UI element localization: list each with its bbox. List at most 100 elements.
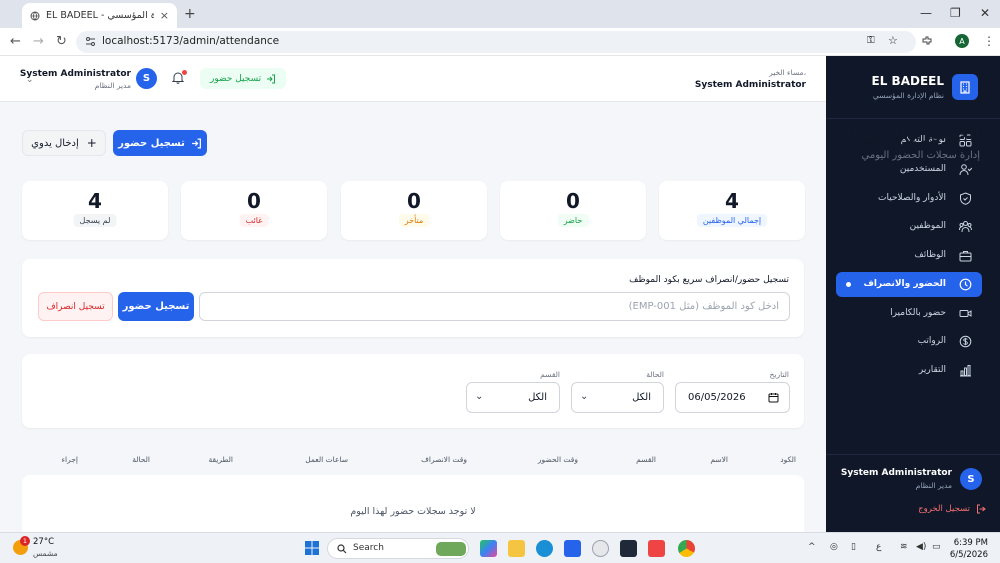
- column-header-name: الاسم: [710, 455, 728, 464]
- address-bar-row: ← → ↻ localhost:5173/admin/attendance ⚿ …: [0, 28, 1000, 56]
- network-status-icon[interactable]: ◎: [830, 542, 838, 552]
- close-tab-icon[interactable]: ×: [160, 9, 169, 22]
- clock-icon: [959, 278, 972, 291]
- status-value: الكل: [632, 392, 651, 403]
- new-tab-button[interactable]: +: [184, 6, 196, 22]
- sidebar-item-roles[interactable]: الأدوار والصلاحيات: [836, 186, 982, 211]
- browser-tab[interactable]: EL BADEEL - نظام الإدارة المؤسسي ×: [22, 3, 177, 28]
- sidebar-item-jobs[interactable]: الوظائف: [836, 243, 982, 268]
- manual-entry-label: إدخال يدوي: [31, 137, 79, 149]
- status-filter-select[interactable]: الكل ⌄: [571, 382, 664, 413]
- browser-tab-bar: EL BADEEL - نظام الإدارة المؤسسي × + — ❐…: [0, 0, 1000, 28]
- dollar-icon: [959, 335, 972, 348]
- key-icon[interactable]: ⚿: [867, 35, 875, 46]
- file-explorer-icon[interactable]: [508, 540, 525, 557]
- extensions-icon[interactable]: [921, 35, 933, 47]
- logout-button[interactable]: تسجيل الخروج: [918, 504, 986, 514]
- stat-label: متأخر: [398, 214, 430, 227]
- globe-icon: [30, 11, 40, 21]
- checkin-button[interactable]: تسجيل حضور: [113, 130, 207, 156]
- sidebar-item-camera[interactable]: حضور بالكاميرا: [836, 301, 982, 326]
- sidebar-item-attendance[interactable]: الحضور والانصراف: [836, 272, 982, 297]
- back-icon[interactable]: ←: [10, 34, 21, 49]
- manual-entry-button[interactable]: إدخال يدوي +: [22, 130, 106, 156]
- shield-icon: [960, 192, 971, 205]
- stat-label: غائب: [239, 214, 269, 227]
- chrome-browser-icon[interactable]: [678, 540, 695, 557]
- plus-icon: +: [86, 136, 97, 150]
- url-text: localhost:5173/admin/attendance: [102, 35, 280, 47]
- header-checkin-button[interactable]: تسجيل حضور: [200, 68, 287, 89]
- column-header-checkin-time: وقت الحضور: [537, 455, 578, 464]
- profile-avatar[interactable]: A: [955, 34, 969, 48]
- page-title: الحضور والانصراف: [833, 124, 980, 143]
- department-value: الكل: [528, 392, 547, 403]
- divider: [826, 118, 1000, 119]
- avatar[interactable]: S: [136, 68, 157, 89]
- date-filter-input[interactable]: 06/05/2026: [675, 382, 790, 413]
- logout-icon: [977, 504, 986, 514]
- team-icon: [959, 221, 972, 233]
- chart-icon: [960, 365, 971, 377]
- site-info-icon[interactable]: [85, 36, 96, 47]
- menu-kebab-icon[interactable]: ⋮: [983, 34, 995, 48]
- edge-browser-icon[interactable]: [536, 540, 553, 557]
- greeting: مساء الخير،: [769, 68, 806, 77]
- search-highlight-image: [436, 542, 466, 556]
- stat-card-total: 4 إجمالي الموظفين: [659, 181, 805, 240]
- department-filter-select[interactable]: الكل ⌄: [466, 382, 560, 413]
- reload-icon[interactable]: ↻: [56, 34, 67, 49]
- sidebar-item-label: المستخدمين: [899, 164, 946, 174]
- login-icon: [191, 137, 201, 149]
- wifi-icon[interactable]: ≋: [900, 542, 908, 552]
- language-indicator[interactable]: ع: [876, 542, 881, 552]
- column-header-work-hours: ساعات العمل: [305, 455, 348, 464]
- taskbar-search[interactable]: Search: [327, 538, 469, 559]
- url-field[interactable]: localhost:5173/admin/attendance ⚿ ☆: [76, 31, 916, 53]
- close-window-icon[interactable]: ✕: [980, 6, 990, 20]
- column-header-code: الكود: [780, 455, 796, 464]
- clock-time: 6:39 PM: [953, 538, 988, 548]
- notification-dot: [182, 70, 187, 75]
- stat-value: 4: [88, 189, 102, 213]
- copilot-icon[interactable]: [480, 540, 497, 557]
- sidebar-item-label: الأدوار والصلاحيات: [878, 193, 946, 203]
- sidebar-item-employees[interactable]: الموظفين: [836, 214, 982, 239]
- volume-icon[interactable]: ◀): [916, 542, 926, 552]
- bookmark-star-icon[interactable]: ☆: [888, 34, 898, 47]
- greeting-name: System Administrator: [694, 80, 806, 90]
- sidebar-item-label: الوظائف: [914, 250, 946, 260]
- stat-label: لم يسجل: [73, 214, 117, 227]
- quick-checkout-button[interactable]: تسجيل انصراف: [38, 292, 113, 321]
- sidebar-item-reports[interactable]: التقارير: [836, 358, 982, 383]
- column-header-action: إجراء: [61, 455, 78, 464]
- stat-label: حاضر: [557, 214, 589, 227]
- header-user-role: مدير النظام: [94, 81, 131, 90]
- building-icon: [952, 74, 978, 100]
- status-filter-label: الحالة: [646, 370, 664, 379]
- filters-panel: التاريخ 06/05/2026 الحالة الكل ⌄ القسم ا…: [22, 354, 804, 428]
- chevron-down-icon[interactable]: ⌄: [26, 75, 34, 85]
- sidebar-item-payroll[interactable]: الرواتب: [836, 329, 982, 354]
- calendar-icon[interactable]: [768, 392, 779, 403]
- tools-icon[interactable]: [648, 540, 665, 557]
- forward-icon[interactable]: →: [33, 34, 44, 49]
- quick-checkin-button[interactable]: تسجيل حضور: [118, 292, 194, 321]
- windows-start-icon[interactable]: [305, 541, 319, 555]
- app-circle-icon[interactable]: [592, 540, 609, 557]
- minimize-icon[interactable]: —: [920, 6, 932, 20]
- employee-code-input[interactable]: [199, 292, 790, 321]
- terminal-icon[interactable]: [620, 540, 637, 557]
- search-label: Search: [353, 543, 384, 553]
- stat-value: 0: [247, 189, 261, 213]
- camera-icon: [959, 310, 972, 317]
- chevron-up-icon[interactable]: ^: [808, 542, 816, 552]
- stat-card-present: 0 حاضر: [500, 181, 646, 240]
- usb-icon[interactable]: ▯: [851, 542, 856, 552]
- avatar: S: [960, 468, 982, 490]
- battery-icon[interactable]: ▭: [932, 542, 941, 552]
- column-header-method: الطريقة: [208, 455, 233, 464]
- restore-icon[interactable]: ❐: [950, 6, 961, 20]
- system-clock[interactable]: 6:39 PM 6/5/2026: [950, 537, 988, 561]
- store-icon[interactable]: [564, 540, 581, 557]
